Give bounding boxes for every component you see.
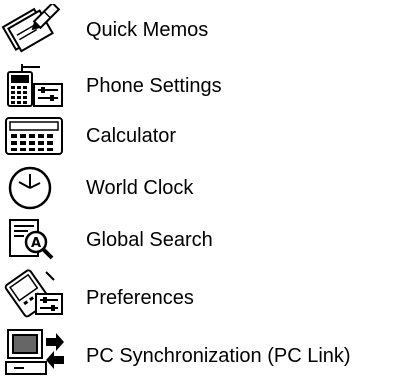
app-menu-list: Quick Memos Phone Settings Calculator Wo…	[0, 0, 402, 391]
menu-item-preferences[interactable]: Preferences	[0, 268, 402, 320]
menu-item-phone-settings[interactable]: Phone Settings	[0, 60, 402, 112]
menu-item-label: PC Synchronization (PC Link)	[86, 345, 351, 367]
menu-item-label: Preferences	[86, 287, 194, 309]
svg-text:A: A	[31, 236, 41, 251]
global-search-icon: A	[0, 214, 70, 266]
menu-item-world-clock[interactable]: World Clock	[0, 162, 402, 214]
menu-item-label: Quick Memos	[86, 19, 209, 41]
menu-item-label: World Clock	[86, 177, 194, 199]
world-clock-icon	[0, 162, 70, 214]
pc-sync-icon	[0, 326, 70, 378]
menu-item-pc-synchronization[interactable]: PC Synchronization (PC Link)	[0, 326, 402, 378]
menu-item-calculator[interactable]: Calculator	[0, 110, 402, 162]
menu-item-quick-memos[interactable]: Quick Memos	[0, 4, 402, 56]
quick-memos-icon	[0, 4, 70, 56]
phone-settings-icon	[0, 60, 70, 112]
menu-item-label: Global Search	[86, 229, 213, 251]
menu-item-global-search[interactable]: A Global Search	[0, 214, 402, 266]
menu-item-label: Calculator	[86, 125, 177, 147]
preferences-icon	[0, 268, 70, 320]
menu-item-label: Phone Settings	[86, 75, 222, 97]
calculator-icon	[0, 110, 70, 162]
